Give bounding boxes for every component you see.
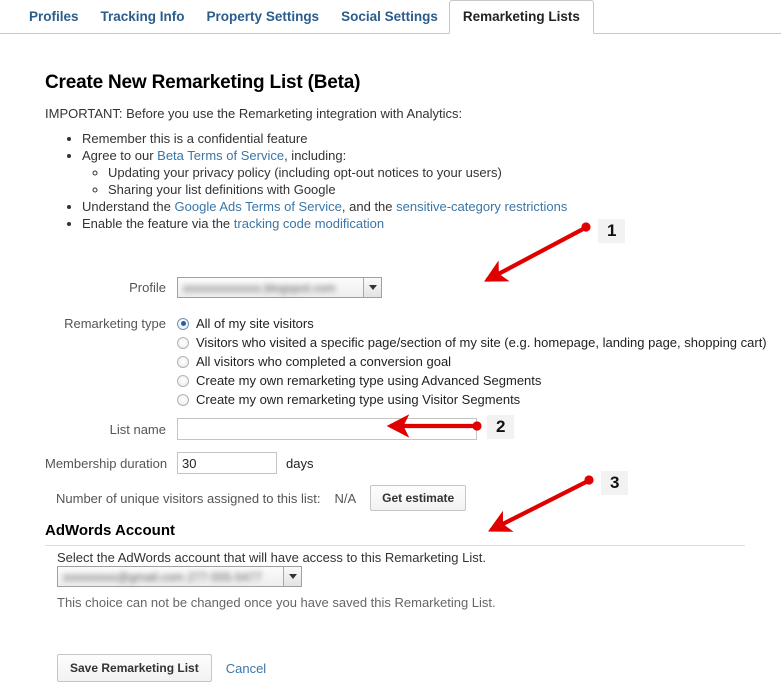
section-divider (45, 545, 745, 546)
estimate-value: N/A (334, 490, 357, 506)
bullet-understand-prefix: Understand the (82, 199, 175, 214)
profile-row: Profile xxxxxxxxxxxxx.blogspot.com (56, 277, 382, 298)
tab-social-settings[interactable]: Social Settings (330, 0, 449, 33)
list-item: Remember this is a confidential feature (82, 130, 567, 147)
chevron-down-icon (363, 278, 381, 297)
annotation-arrow-1 (484, 226, 586, 282)
profile-select-value: xxxxxxxxxxxxx.blogspot.com (183, 280, 336, 295)
profile-label: Profile (129, 280, 166, 295)
beta-terms-of-service-link[interactable]: Beta Terms of Service (157, 148, 284, 163)
tab-strip: Profiles Tracking Info Property Settings… (18, 0, 594, 34)
form-actions: Save Remarketing List Cancel (57, 654, 266, 682)
important-notice: IMPORTANT: Before you use the Remarketin… (45, 106, 463, 121)
tab-property-settings[interactable]: Property Settings (196, 0, 331, 33)
adwords-account-note: This choice can not be changed once you … (57, 595, 496, 610)
profile-select[interactable]: xxxxxxxxxxxxx.blogspot.com (177, 277, 382, 298)
bullet-agree-suffix: , including: (284, 148, 347, 163)
radio-label: Create my own remarketing type using Vis… (196, 392, 521, 407)
radio-label: All of my site visitors (196, 316, 314, 331)
tab-tracking-info[interactable]: Tracking Info (90, 0, 196, 33)
bullet-understand-middle: , and the (341, 199, 397, 214)
list-item: Updating your privacy policy (including … (108, 164, 567, 181)
remarketing-type-radio-group: All of my site visitors Visitors who vis… (177, 315, 767, 410)
page-title: Create New Remarketing List (Beta) (45, 72, 361, 93)
radio-all-site-visitors[interactable]: All of my site visitors (177, 315, 767, 332)
remarketing-type-row: Remarketing type All of my site visitors… (56, 315, 767, 410)
list-name-row: List name (56, 418, 477, 440)
sub-bullet-privacy-policy: Updating your privacy policy (including … (108, 165, 502, 180)
radio-label: Visitors who visited a specific page/sec… (196, 335, 767, 350)
adwords-account-select[interactable]: xxxxxxxxx@gmail.com 277-555-5477 (57, 566, 302, 587)
annotation-number-2: 2 (487, 415, 515, 439)
list-name-input[interactable] (177, 418, 477, 440)
bullet-confidential-text: Remember this is a confidential feature (82, 131, 308, 146)
chevron-down-icon (283, 567, 301, 586)
tab-bar: Profiles Tracking Info Property Settings… (0, 0, 781, 34)
membership-duration-units: days (286, 455, 314, 471)
annotation-number-3: 3 (601, 471, 629, 495)
radio-indicator-icon (177, 355, 189, 368)
estimate-label: Number of unique visitors assigned to th… (56, 490, 321, 506)
annotation-dot-3 (584, 475, 594, 485)
bullet-agree-prefix: Agree to our (82, 148, 158, 163)
get-estimate-button[interactable]: Get estimate (370, 485, 467, 511)
radio-label: Create my own remarketing type using Adv… (196, 373, 542, 388)
radio-indicator-icon (177, 374, 189, 387)
radio-advanced-segments[interactable]: Create my own remarketing type using Adv… (177, 372, 767, 389)
annotation-arrow-3 (488, 479, 589, 532)
list-item: Understand the Google Ads Terms of Servi… (82, 198, 567, 215)
bullet-enable-prefix: Enable the feature via the (82, 216, 234, 231)
radio-indicator-icon (177, 336, 189, 349)
tab-remarketing-lists[interactable]: Remarketing Lists (448, 0, 594, 34)
sub-bullet-sharing-definitions: Sharing your list definitions with Googl… (108, 182, 336, 197)
cancel-link[interactable]: Cancel (226, 661, 266, 676)
list-item: Sharing your list definitions with Googl… (108, 181, 567, 198)
radio-specific-page[interactable]: Visitors who visited a specific page/sec… (177, 334, 767, 351)
membership-duration-row: Membership duration days (45, 452, 313, 474)
unique-visitors-estimate-row: Number of unique visitors assigned to th… (56, 485, 467, 511)
tab-profiles[interactable]: Profiles (18, 0, 90, 33)
membership-duration-input[interactable] (177, 452, 277, 474)
radio-conversion-goal[interactable]: All visitors who completed a conversion … (177, 353, 767, 370)
annotation-number-1: 1 (598, 219, 626, 243)
requirements-list: Remember this is a confidential feature … (62, 130, 567, 232)
adwords-account-heading: AdWords Account (45, 522, 175, 539)
membership-duration-label: Membership duration (45, 455, 168, 471)
sensitive-category-restrictions-link[interactable]: sensitive-category restrictions (396, 199, 567, 214)
radio-indicator-icon (177, 317, 189, 330)
list-name-label: List name (109, 421, 166, 437)
list-item: Enable the feature via the tracking code… (82, 215, 567, 232)
save-remarketing-list-button[interactable]: Save Remarketing List (57, 654, 212, 682)
google-ads-terms-of-service-link[interactable]: Google Ads Terms of Service (175, 199, 342, 214)
radio-label: All visitors who completed a conversion … (196, 354, 452, 369)
adwords-account-select-value: xxxxxxxxx@gmail.com 277-555-5477 (63, 569, 262, 584)
adwords-account-description: Select the AdWords account that will hav… (57, 550, 486, 565)
annotation-dot-1 (581, 222, 591, 232)
radio-visitor-segments[interactable]: Create my own remarketing type using Vis… (177, 391, 767, 408)
list-item: Agree to our Beta Terms of Service, incl… (82, 147, 567, 198)
remarketing-type-label: Remarketing type (64, 316, 166, 331)
tracking-code-modification-link[interactable]: tracking code modification (234, 216, 384, 231)
agree-sub-list: Updating your privacy policy (including … (82, 164, 567, 198)
radio-indicator-icon (177, 393, 189, 406)
